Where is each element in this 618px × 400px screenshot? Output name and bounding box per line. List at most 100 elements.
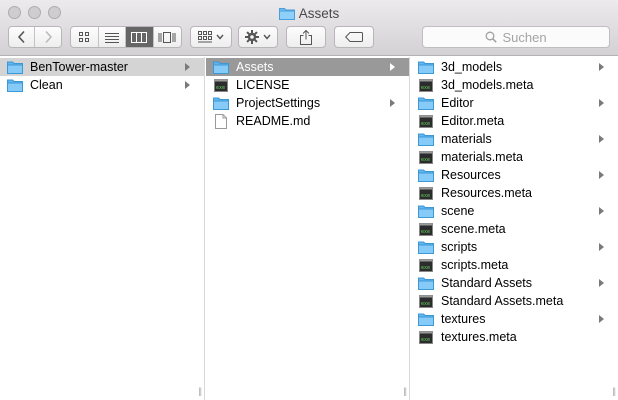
svg-text:exe: exe	[421, 121, 430, 127]
disclosure-arrow-icon	[599, 63, 604, 71]
disclosure-arrow-icon	[185, 63, 190, 71]
item-label: scene	[441, 204, 475, 218]
folder-icon	[418, 169, 434, 182]
column-view-button[interactable]	[126, 27, 154, 47]
list-item[interactable]: scene	[411, 202, 618, 220]
exec-icon-wrapper: exe	[418, 150, 434, 164]
item-label: materials	[441, 132, 492, 146]
list-item[interactable]: BenTower-master	[0, 58, 204, 76]
folder-icon-wrapper	[418, 132, 434, 146]
terminal-file-icon: exe	[419, 186, 433, 200]
tags-button[interactable]	[334, 26, 374, 48]
folder-icon	[418, 61, 434, 74]
action-button[interactable]	[238, 26, 278, 48]
list-item[interactable]: exe Editor.meta	[411, 112, 618, 130]
column-resize-handle[interactable]: ||	[198, 386, 202, 396]
icon-view-button[interactable]	[71, 27, 99, 47]
back-button[interactable]	[9, 27, 36, 47]
item-label: Editor.meta	[441, 114, 505, 128]
item-label: scripts	[441, 240, 478, 254]
item-label: Standard Assets.meta	[441, 294, 564, 308]
list-icon	[104, 32, 119, 43]
exec-icon-wrapper: exe	[418, 258, 434, 272]
list-item[interactable]: scripts	[411, 238, 618, 256]
list-item[interactable]: exe scene.meta	[411, 220, 618, 238]
folder-icon	[418, 313, 434, 326]
view-mode-selector	[70, 26, 182, 48]
terminal-file-icon: exe	[214, 78, 228, 92]
history-nav	[8, 26, 62, 48]
disclosure-arrow-icon	[599, 135, 604, 143]
item-label: Clean	[30, 78, 63, 92]
list-item[interactable]: exe textures.meta	[411, 328, 618, 346]
svg-text:exe: exe	[421, 157, 430, 163]
list-item[interactable]: materials	[411, 130, 618, 148]
list-item[interactable]: Standard Assets	[411, 274, 618, 292]
column-resize-handle[interactable]: ||	[612, 386, 616, 396]
column-1: BenTower-master Clean ||	[0, 57, 205, 400]
terminal-file-icon: exe	[419, 150, 433, 164]
list-item[interactable]: exe LICENSE	[206, 76, 409, 94]
disclosure-arrow-icon	[599, 99, 604, 107]
arrange-button[interactable]	[190, 26, 232, 48]
exec-icon-wrapper: exe	[418, 114, 434, 128]
gear-icon	[245, 30, 259, 44]
folder-icon	[7, 79, 23, 92]
column-3: 3d_models exe 3d_models.meta Editor exe Edito…	[411, 57, 618, 400]
folder-icon-wrapper	[213, 60, 229, 74]
window-title: Assets	[0, 3, 618, 23]
item-label: textures	[441, 312, 486, 326]
list-item[interactable]: exe scripts.meta	[411, 256, 618, 274]
svg-text:exe: exe	[421, 193, 430, 199]
item-label: 3d_models	[441, 60, 503, 74]
folder-icon	[418, 97, 434, 110]
item-label: ProjectSettings	[236, 96, 321, 110]
list-item[interactable]: Assets	[206, 58, 409, 76]
disclosure-arrow-icon	[599, 315, 604, 323]
folder-icon-wrapper	[418, 240, 434, 254]
exec-icon-wrapper: exe	[213, 78, 229, 92]
list-item[interactable]: exe Standard Assets.meta	[411, 292, 618, 310]
list-item[interactable]: exe Resources.meta	[411, 184, 618, 202]
list-item[interactable]: textures	[411, 310, 618, 328]
disclosure-arrow-icon	[599, 171, 604, 179]
terminal-file-icon: exe	[419, 114, 433, 128]
folder-icon	[418, 205, 434, 218]
item-label: BenTower-master	[30, 60, 128, 74]
chevron-right-icon	[45, 30, 53, 44]
share-button[interactable]	[286, 26, 326, 48]
list-item[interactable]: Resources	[411, 166, 618, 184]
coverflow-view-button[interactable]	[153, 27, 181, 47]
column-resize-handle[interactable]: ||	[403, 386, 407, 396]
list-item[interactable]: Clean	[0, 76, 204, 94]
share-icon	[300, 29, 312, 45]
folder-icon-wrapper	[418, 312, 434, 326]
exec-icon-wrapper: exe	[418, 294, 434, 308]
forward-button[interactable]	[35, 27, 61, 47]
folder-icon	[278, 7, 295, 20]
list-item[interactable]: Editor	[411, 94, 618, 112]
terminal-file-icon: exe	[419, 78, 433, 92]
list-item[interactable]: ProjectSettings	[206, 94, 409, 112]
window-title-text: Assets	[298, 5, 340, 21]
svg-text:exe: exe	[421, 301, 430, 307]
arrange-icon	[198, 31, 212, 43]
disclosure-arrow-icon	[390, 63, 395, 71]
list-item[interactable]: 3d_models	[411, 58, 618, 76]
exec-icon-wrapper: exe	[418, 186, 434, 200]
tag-icon	[345, 32, 363, 42]
item-label: README.md	[236, 114, 311, 128]
chevron-down-icon	[216, 34, 224, 40]
list-item[interactable]: README.md	[206, 112, 409, 130]
list-item[interactable]: exe 3d_models.meta	[411, 76, 618, 94]
folder-icon	[7, 61, 23, 74]
list-item[interactable]: exe materials.meta	[411, 148, 618, 166]
folder-icon	[418, 277, 434, 290]
item-label: Standard Assets	[441, 276, 533, 290]
list-view-button[interactable]	[98, 27, 126, 47]
title-toolbar: Assets Suchen	[0, 0, 618, 56]
item-label: scripts.meta	[441, 258, 509, 272]
search-placeholder: Suchen	[502, 29, 547, 45]
search-field[interactable]: Suchen	[422, 26, 610, 48]
terminal-file-icon: exe	[419, 222, 433, 236]
